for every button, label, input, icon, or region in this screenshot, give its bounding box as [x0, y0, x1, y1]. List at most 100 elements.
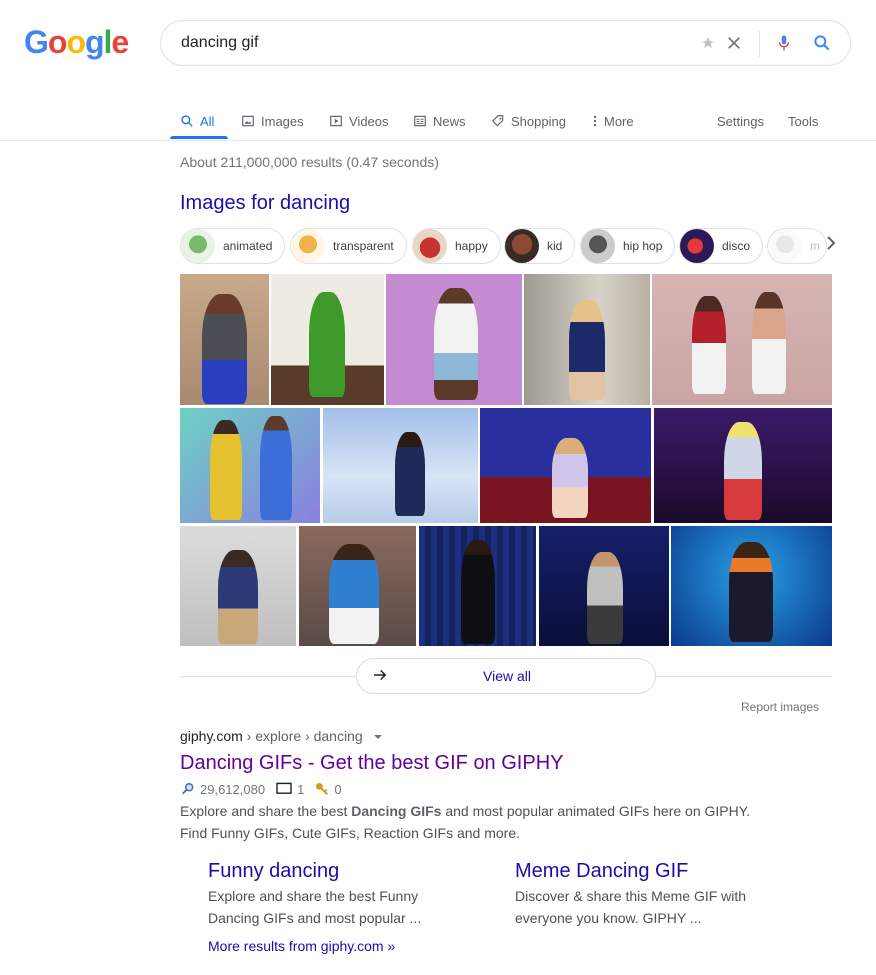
logo-letter: G	[24, 24, 49, 60]
logo-letter: e	[111, 24, 129, 60]
tools-link[interactable]: Tools	[788, 108, 818, 134]
result-title[interactable]: Dancing GIFs - Get the best GIF on GIPHY	[180, 752, 563, 775]
search-box[interactable]: dancing gif	[160, 20, 851, 66]
chip-disco[interactable]: disco	[679, 228, 764, 264]
tab-label: More	[604, 113, 634, 129]
more-results-link[interactable]: More results from giphy.com »	[208, 938, 395, 954]
tab-label: Shopping	[511, 113, 566, 129]
star-icon[interactable]	[697, 32, 719, 54]
search-icon[interactable]	[811, 32, 833, 54]
microphone-icon[interactable]	[773, 32, 795, 54]
tab-images[interactable]: Images	[241, 108, 304, 134]
chip-thumbnail	[680, 229, 714, 263]
key-icon	[316, 783, 329, 796]
image-result[interactable]	[271, 274, 384, 405]
search-icon	[181, 115, 193, 127]
tools-label: Tools	[788, 113, 819, 129]
tab-label: Videos	[349, 113, 389, 129]
result-snippet: Explore and share the best Dancing GIFs …	[180, 800, 780, 844]
tabs-divider	[0, 140, 876, 141]
views-count: 29,612,080	[200, 781, 266, 797]
sitelink: Funny dancing Explore and share the best…	[208, 860, 468, 929]
snippet-highlight: Dancing GIFs	[351, 803, 442, 819]
image-result[interactable]	[671, 526, 832, 646]
chip-animated[interactable]: animated	[180, 228, 286, 264]
tab-label: Images	[261, 113, 304, 129]
sitelink-description: Explore and share the best Funny Dancing…	[208, 888, 422, 926]
chip-kid[interactable]: kid	[504, 228, 576, 264]
caret-down-icon[interactable]	[373, 733, 383, 741]
tab-all[interactable]: All	[180, 108, 214, 134]
chevron-right-icon[interactable]	[825, 236, 837, 255]
tab-shopping[interactable]: Shopping	[491, 108, 566, 134]
chip-happy[interactable]: happy	[412, 228, 501, 264]
chip-thumbnail	[291, 229, 325, 263]
image-result[interactable]	[652, 274, 832, 405]
image-results-grid	[180, 274, 832, 647]
image-result[interactable]	[180, 526, 296, 646]
tab-news[interactable]: News	[413, 108, 466, 134]
comments-count: 1	[297, 781, 305, 797]
settings-link[interactable]: Settings	[717, 108, 764, 134]
result-url[interactable]: giphy.com › explore › dancing	[180, 728, 383, 744]
chip-label: animated	[223, 239, 273, 253]
sitelink-title[interactable]: Funny dancing	[208, 860, 468, 883]
image-result[interactable]	[180, 408, 320, 523]
image-result[interactable]	[386, 274, 522, 405]
chip-transparent[interactable]: transparent	[290, 228, 407, 264]
logo-letter: g	[84, 24, 105, 60]
tab-more[interactable]: More	[592, 108, 634, 134]
keys-count: 0	[334, 781, 342, 797]
tab-videos[interactable]: Videos	[329, 108, 389, 134]
video-icon	[330, 115, 342, 127]
image-result[interactable]	[419, 526, 536, 646]
active-tab-indicator	[170, 136, 228, 139]
image-result[interactable]	[539, 526, 669, 646]
logo-letter: o	[47, 24, 68, 60]
magnifier-icon	[182, 783, 194, 795]
result-path: › explore › dancing	[242, 728, 363, 744]
search-tabs: All Images Videos News Shopping More Set…	[180, 104, 840, 140]
image-result[interactable]	[323, 408, 478, 523]
clear-icon[interactable]	[723, 32, 745, 54]
chip-thumbnail	[505, 229, 539, 263]
sitelink-title[interactable]: Meme Dancing GIF	[515, 860, 775, 883]
sitelink-description: Discover & share this Meme GIF with ever…	[515, 888, 747, 926]
tab-label: News	[433, 113, 466, 129]
tab-label: All	[200, 113, 215, 129]
image-result[interactable]	[299, 526, 416, 646]
chip-thumbnail	[181, 229, 215, 263]
result-domain: giphy.com	[180, 728, 243, 744]
settings-label: Settings	[717, 113, 764, 129]
image-refinement-chips: animated transparent happy kid hip hop d…	[180, 228, 840, 264]
result-stats: About 211,000,000 results (0.47 seconds)	[180, 154, 439, 170]
chip-more[interactable]: m	[767, 228, 827, 264]
search-input[interactable]: dancing gif	[181, 34, 258, 52]
comment-icon	[276, 782, 292, 794]
chip-label: hip hop	[623, 239, 663, 253]
report-images-link[interactable]: Report images	[741, 700, 819, 714]
tag-icon	[491, 115, 504, 127]
news-icon	[414, 115, 426, 127]
image-result[interactable]	[654, 408, 832, 523]
snippet-text: Explore and share the best	[180, 803, 352, 819]
logo-letter: o	[66, 24, 86, 60]
result-metrics: 29,612,080 1 0	[180, 781, 342, 797]
image-result[interactable]	[480, 408, 651, 523]
image-icon	[242, 115, 254, 127]
images-heading[interactable]: Images for dancing	[180, 192, 350, 215]
chip-label: transparent	[333, 239, 394, 253]
image-result[interactable]	[180, 274, 269, 405]
chip-label: m	[810, 239, 820, 253]
view-all-button[interactable]: View all	[356, 658, 656, 694]
sitelink: Meme Dancing GIF Discover & share this M…	[515, 860, 775, 929]
view-all-label: View all	[483, 668, 531, 684]
chip-thumbnail	[413, 229, 447, 263]
image-result[interactable]	[524, 274, 650, 405]
chip-label: kid	[547, 239, 563, 253]
chip-label: happy	[455, 239, 488, 253]
more-vert-icon	[593, 115, 597, 127]
chip-hip-hop[interactable]: hip hop	[580, 228, 676, 264]
google-logo[interactable]: Google	[24, 24, 129, 61]
chip-thumbnail	[768, 229, 802, 263]
